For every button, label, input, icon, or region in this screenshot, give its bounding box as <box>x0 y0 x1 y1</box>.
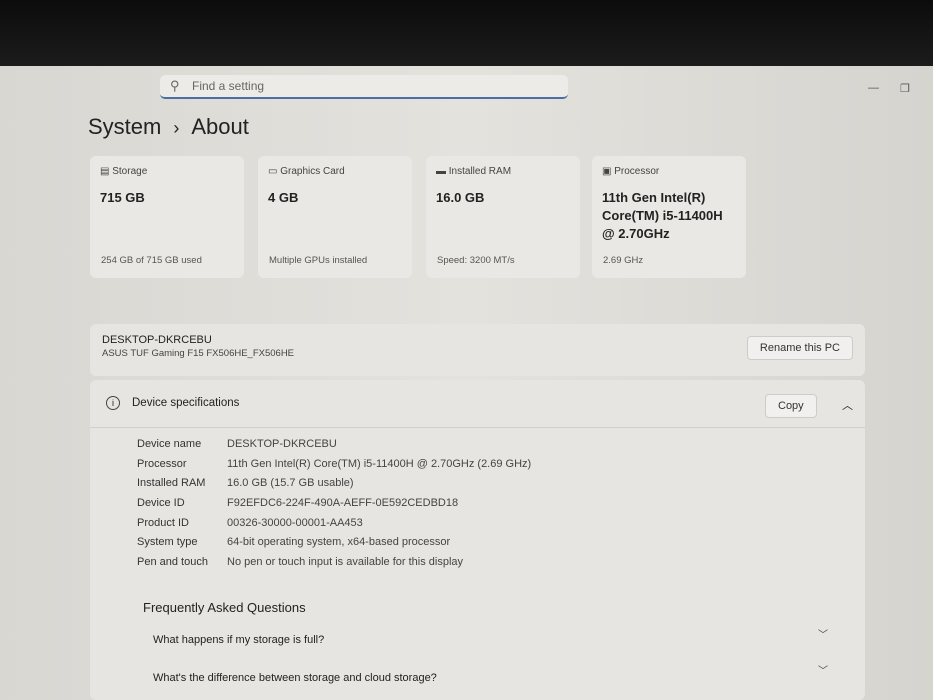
chevron-down-icon[interactable]: ﹀ <box>818 662 828 677</box>
minimize-button[interactable]: — <box>868 82 879 94</box>
spec-label: Device name <box>137 438 202 450</box>
spec-value: 64-bit operating system, x64-based proce… <box>227 536 451 549</box>
spec-label: Processor <box>137 457 187 470</box>
copy-button[interactable]: Copy <box>765 394 817 418</box>
device-specifications-header[interactable]: i Device specifications <box>90 380 865 428</box>
breadcrumb-system[interactable]: System <box>88 114 161 139</box>
search-placeholder: Find a setting <box>192 79 265 93</box>
spec-value: F92EFDC6-224F-490A-AEFF-0E592CEDBD18 <box>227 497 459 510</box>
storage-card[interactable]: ▤ Storage 715 GB 254 GB of 715 GB used <box>90 156 244 278</box>
spec-value: 11th Gen Intel(R) Core(TM) i5-11400H @ 2… <box>227 457 532 470</box>
chevron-up-icon[interactable]: ︿ <box>842 397 853 413</box>
chevron-down-icon[interactable]: ﹀ <box>818 626 828 641</box>
card-label: Storage <box>112 166 148 177</box>
spec-value: 16.0 GB (15.7 GB usable) <box>227 477 354 490</box>
card-sub: Multiple GPUs installed <box>269 255 368 266</box>
search-icon: ⚲ <box>170 78 180 93</box>
spec-value: 00326-30000-00001-AA453 <box>227 516 363 529</box>
spec-label: Installed RAM <box>137 477 206 490</box>
card-sub: 254 GB of 715 GB used <box>101 255 202 266</box>
spec-label: Product ID <box>137 516 189 529</box>
breadcrumb-separator: › <box>173 118 180 138</box>
spec-label: Pen and touch <box>137 556 208 569</box>
spec-row: Installed RAM 16.0 GB (15.7 GB usable) <box>137 477 865 497</box>
card-label: Processor <box>614 166 660 177</box>
section-title: Device specifications <box>132 397 240 409</box>
processor-card[interactable]: ▣ Processor 11th Gen Intel(R) Core(TM) i5… <box>592 156 746 278</box>
pc-name-panel: DESKTOP-DKRCEBU ASUS TUF Gaming F15 FX50… <box>90 324 865 376</box>
page-title: System › About <box>88 114 249 140</box>
spec-row: Product ID 00326-30000-00001-AA453 <box>137 517 865 537</box>
gpu-icon: ▭ <box>268 166 278 177</box>
card-sub: Speed: 3200 MT/s <box>437 255 515 266</box>
spec-value: No pen or touch input is available for t… <box>227 556 464 569</box>
card-label: Graphics Card <box>280 166 345 177</box>
graphics-card[interactable]: ▭ Graphics Card 4 GB Multiple GPUs install… <box>258 156 412 278</box>
card-value: 4 GB <box>268 190 299 205</box>
card-value: 11th Gen Intel(R) Core(TM) i5-11400H @ 2… <box>602 190 723 241</box>
breadcrumb-current: About <box>191 114 249 139</box>
spec-label: Device ID <box>137 497 185 510</box>
faq-title: Frequently Asked Questions <box>143 600 306 615</box>
card-sub: 2.69 GHz <box>603 255 644 266</box>
monitor-bezel <box>0 0 933 68</box>
restore-button[interactable]: ❐ <box>900 82 910 95</box>
card-value: 16.0 GB <box>436 190 485 205</box>
spec-label: System type <box>137 536 198 549</box>
spec-row: Device name DESKTOP-DKRCEBU <box>137 438 865 458</box>
pc-name: DESKTOP-DKRCEBU <box>102 334 212 346</box>
settings-window: ⚲ Find a setting — ❐ System › About ▤ Stora… <box>0 66 933 700</box>
search-input[interactable]: ⚲ Find a setting <box>160 75 568 99</box>
rename-pc-button[interactable]: Rename this PC <box>746 336 853 360</box>
storage-icon: ▤ <box>100 166 110 177</box>
pc-model: ASUS TUF Gaming F15 FX506HE_FX506HE <box>102 348 295 359</box>
device-specifications-panel: i Device specifications Copy ︿ Device nam… <box>90 380 865 700</box>
card-label: Installed RAM <box>448 166 512 177</box>
card-value: 715 GB <box>100 190 145 205</box>
info-icon: i <box>106 396 120 410</box>
ram-icon: ▬ <box>436 166 446 177</box>
faq-item[interactable]: What's the difference between storage an… <box>153 672 437 684</box>
spec-row: Device ID F92EFDC6-224F-490A-AEFF-0E592CE… <box>137 497 865 517</box>
faq-item[interactable]: What happens if my storage is full? <box>153 634 324 646</box>
spec-row: Pen and touch No pen or touch input is av… <box>137 556 865 576</box>
spec-row: System type 64-bit operating system, x64-… <box>137 536 865 556</box>
spec-row: Processor 11th Gen Intel(R) Core(TM) i5-1… <box>137 458 865 478</box>
spec-value: DESKTOP-DKRCEBU <box>227 438 337 450</box>
cpu-icon: ▣ <box>602 166 612 177</box>
ram-card[interactable]: ▬ Installed RAM 16.0 GB Speed: 3200 MT/s <box>426 156 580 278</box>
